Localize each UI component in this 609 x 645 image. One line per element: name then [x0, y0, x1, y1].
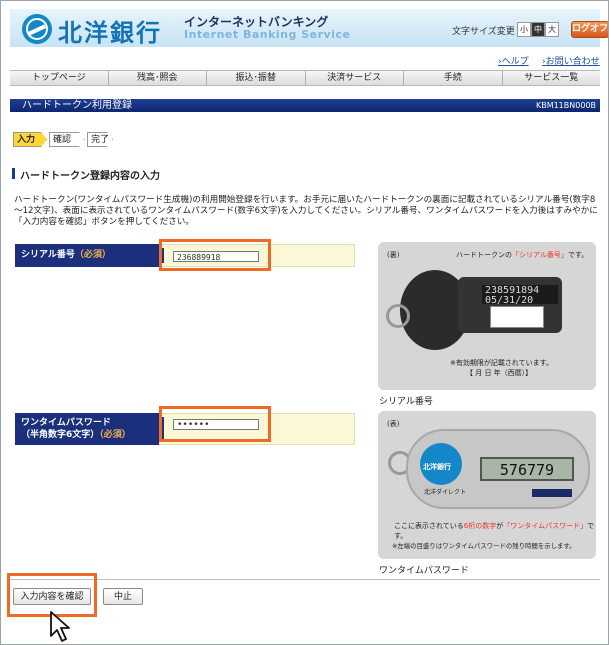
- service-name-en: Internet Banking Service: [184, 28, 351, 41]
- bank-name: 北洋銀行: [58, 19, 162, 47]
- browser-page: 北洋銀行 インターネットバンキング Internet Banking Servi…: [0, 0, 609, 645]
- font-size-large-button[interactable]: 大: [545, 22, 559, 37]
- help-link[interactable]: ›ヘルプ: [498, 54, 529, 67]
- mouse-cursor-icon: [50, 611, 70, 642]
- nav-balance[interactable]: 残高･照会: [109, 71, 207, 85]
- device-display: 576779: [480, 457, 574, 481]
- key-ring: [386, 304, 410, 328]
- back-image-caption: シリアル番号: [379, 397, 433, 407]
- nav-transfer[interactable]: 振込･振替: [207, 71, 306, 85]
- otp-label: ワンタイムパスワード （半角数字6文字）（必須）: [15, 413, 159, 445]
- device-serial: 238591894 05/31/20: [482, 285, 558, 306]
- nav-procedures[interactable]: 手続: [404, 71, 503, 85]
- bank-logo-icon: [22, 14, 52, 44]
- token-back-image: (裏) 238591894 05/31/20 ハードトークンの「シリアル番号」です…: [378, 242, 596, 390]
- serial-label: シリアル番号（必須）: [15, 244, 159, 267]
- cancel-button[interactable]: 中止: [103, 588, 143, 605]
- screen-code: KBM11BN000B: [535, 101, 596, 110]
- front-image-caption: ワンタイムパスワード: [379, 566, 469, 576]
- nav-top[interactable]: トップページ: [10, 71, 109, 85]
- nav-service-list[interactable]: サービス一覧: [503, 71, 601, 85]
- global-nav: トップページ 残高･照会 振込･振替 決済サービス 手続 サービス一覧: [10, 70, 600, 86]
- section-marker: [12, 168, 15, 179]
- step-complete: 完了: [87, 132, 113, 147]
- font-size-label: 文字サイズ変更: [452, 27, 515, 37]
- logoff-button[interactable]: ログオフ: [571, 21, 608, 38]
- otp-highlight-box: [159, 406, 271, 442]
- site-header: 北洋銀行 インターネットバンキング Internet Banking Servi…: [10, 9, 608, 47]
- page-title: ハードトークン利用登録: [22, 100, 132, 111]
- barcode: [490, 306, 544, 328]
- page-title-bar: ハードトークン利用登録 KBM11BN000B: [10, 99, 600, 112]
- serial-highlight-box: [159, 239, 271, 271]
- font-size-medium-button[interactable]: 中: [531, 22, 545, 37]
- nav-payment[interactable]: 決済サービス: [306, 71, 404, 85]
- step-confirm: 確認: [49, 132, 85, 147]
- contact-link[interactable]: ›お問い合わせ: [542, 54, 600, 67]
- token-front-image: (表) 北洋銀行 北洋ダイレクト 576779 ここに表示されている6桁の数字が…: [378, 411, 596, 559]
- instructions-text: ハードトークン(ワンタイムパスワード生成機)の利用開始登録を行います。お手元に届…: [14, 195, 598, 227]
- divider: [10, 579, 600, 580]
- step-input: 入力: [13, 132, 47, 147]
- font-size-small-button[interactable]: 小: [517, 22, 531, 37]
- section-title: ハードトークン登録内容の入力: [20, 171, 160, 182]
- rsa-badge: [532, 489, 572, 497]
